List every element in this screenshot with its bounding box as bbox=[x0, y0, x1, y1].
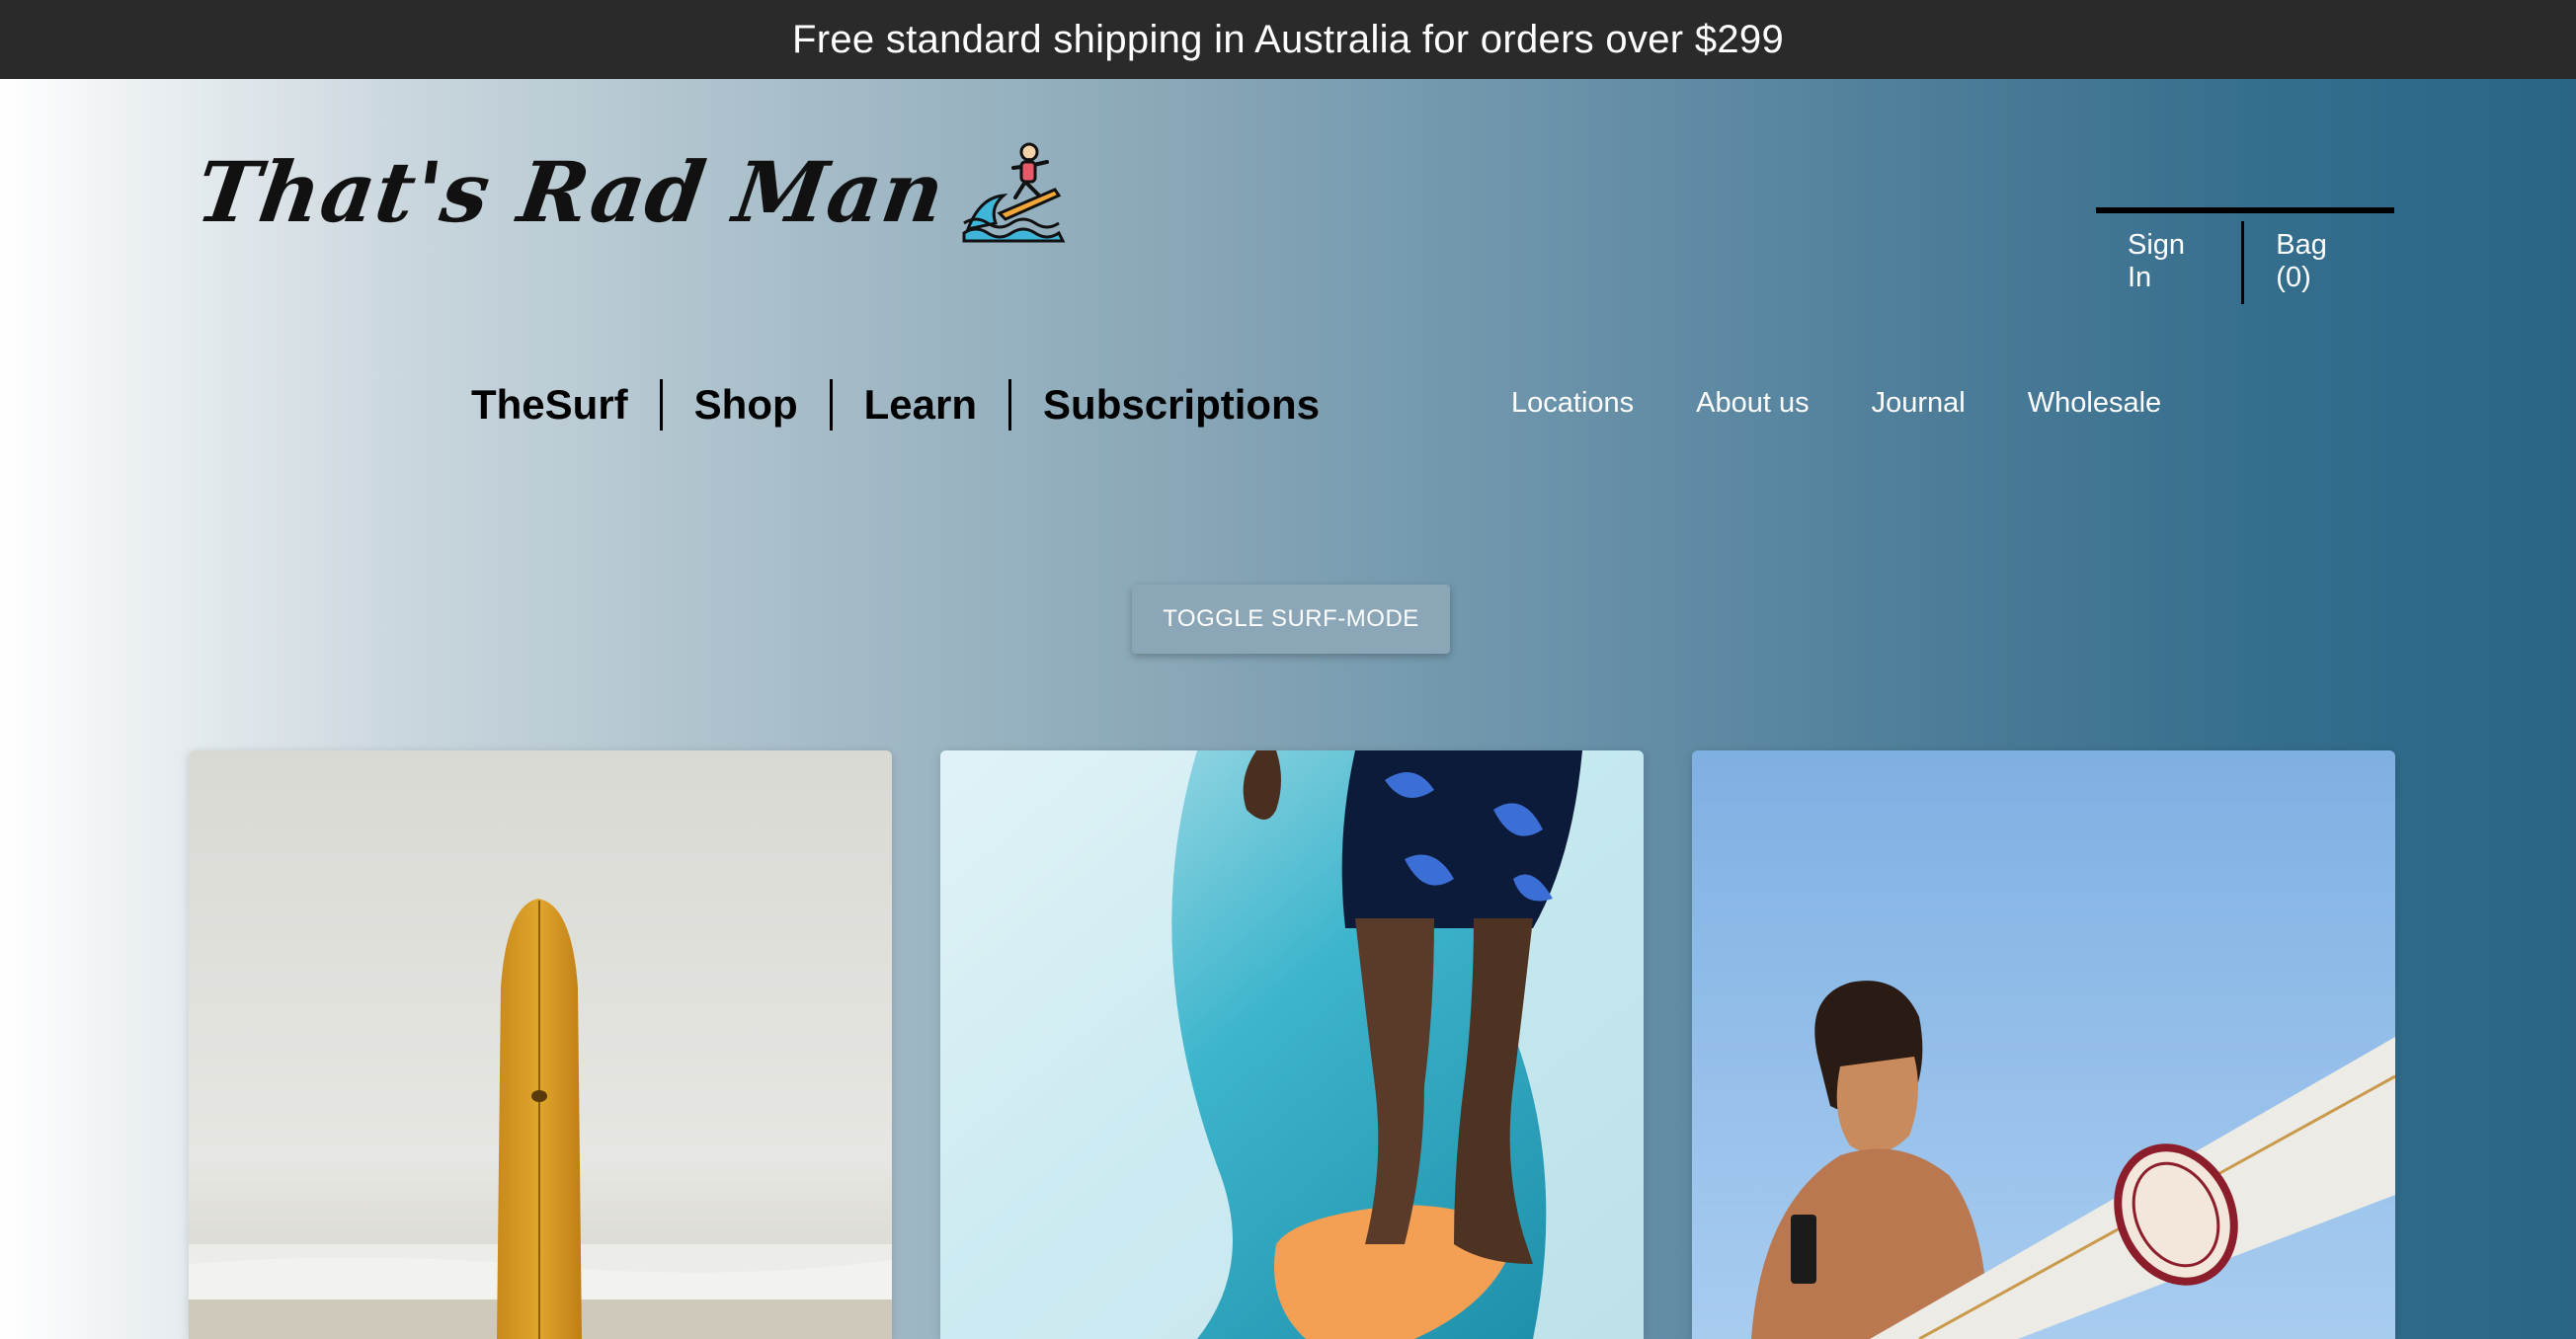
main-nav-thesurf[interactable]: TheSurf bbox=[440, 379, 660, 431]
yellow-surfboard-photo bbox=[189, 750, 892, 1339]
product-card-surfing[interactable] bbox=[940, 750, 1644, 1339]
main-nav-shop[interactable]: Shop bbox=[659, 379, 830, 431]
logo-text: That's Rad Man bbox=[191, 142, 951, 241]
bag-link[interactable]: Bag (0) bbox=[2244, 221, 2394, 304]
nav-wholesale[interactable]: Wholesale bbox=[2028, 387, 2161, 420]
nav-journal[interactable]: Journal bbox=[1872, 387, 1966, 420]
surfer-wave-icon bbox=[962, 142, 1066, 243]
account-links: Sign In Bag (0) bbox=[2096, 207, 2394, 304]
brand-logo[interactable]: That's Rad Man bbox=[191, 138, 1067, 245]
sign-in-link[interactable]: Sign In bbox=[2096, 221, 2245, 304]
nav-about-us[interactable]: About us bbox=[1696, 387, 1809, 420]
announcement-bar: Free standard shipping in Australia for … bbox=[0, 0, 2576, 79]
product-card-surfer[interactable] bbox=[1692, 750, 2395, 1339]
main-nav-learn[interactable]: Learn bbox=[829, 379, 1008, 431]
surfer-carrying-board-photo bbox=[1692, 750, 2395, 1339]
nav-locations[interactable]: Locations bbox=[1511, 387, 1634, 420]
product-card-surfboard[interactable] bbox=[189, 750, 892, 1339]
toggle-surf-mode-button[interactable]: TOGGLE SURF-MODE bbox=[1132, 585, 1450, 654]
main-nav: TheSurf Shop Learn Subscriptions bbox=[440, 379, 1351, 431]
surfer-riding-wave-photo bbox=[940, 750, 1644, 1339]
main-nav-subscriptions[interactable]: Subscriptions bbox=[1008, 379, 1351, 431]
announcement-text: Free standard shipping in Australia for … bbox=[791, 17, 1785, 61]
secondary-nav: Locations About us Journal Wholesale bbox=[1511, 387, 2223, 420]
